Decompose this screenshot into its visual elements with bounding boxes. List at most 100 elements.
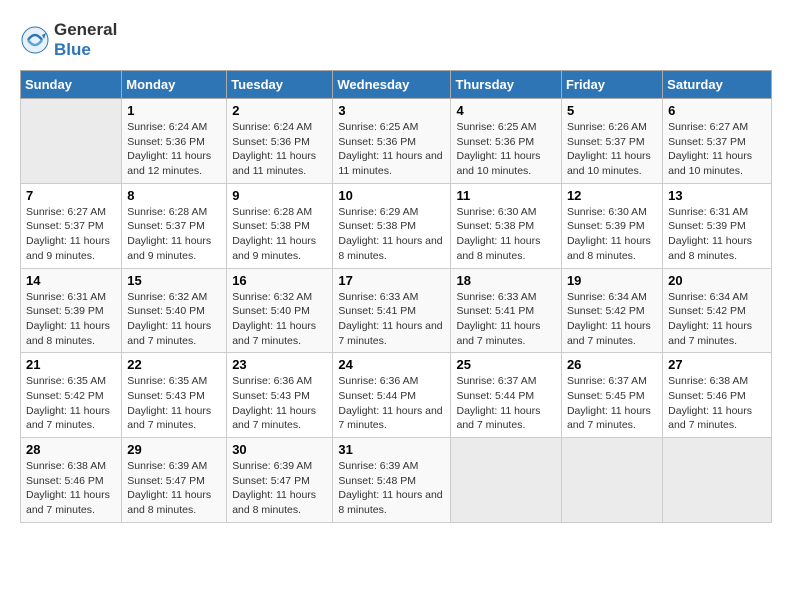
day-number: 13: [668, 188, 766, 203]
calendar-cell: 18 Sunrise: 6:33 AMSunset: 5:41 PMDayligh…: [451, 268, 561, 353]
day-number: 10: [338, 188, 445, 203]
day-number: 26: [567, 357, 657, 372]
day-info: Sunrise: 6:31 AMSunset: 5:39 PMDaylight:…: [668, 205, 766, 264]
calendar-cell: 12 Sunrise: 6:30 AMSunset: 5:39 PMDayligh…: [561, 183, 662, 268]
calendar-cell: 11 Sunrise: 6:30 AMSunset: 5:38 PMDayligh…: [451, 183, 561, 268]
day-info: Sunrise: 6:30 AMSunset: 5:39 PMDaylight:…: [567, 205, 657, 264]
day-number: 24: [338, 357, 445, 372]
calendar-cell: 24Sunrise: 6:36 AMSunset: 5:44 PMDayligh…: [333, 353, 451, 438]
calendar-cell: 22Sunrise: 6:35 AMSunset: 5:43 PMDayligh…: [122, 353, 227, 438]
day-number: 18: [456, 273, 555, 288]
day-info: Sunrise: 6:39 AMSunset: 5:47 PMDaylight:…: [232, 459, 327, 518]
calendar-cell: [21, 99, 122, 184]
calendar-cell: 17 Sunrise: 6:33 AMSunset: 5:41 PMDayligh…: [333, 268, 451, 353]
day-number: 20: [668, 273, 766, 288]
day-number: 28: [26, 442, 116, 457]
calendar-cell: [451, 438, 561, 523]
day-info: Sunrise: 6:35 AMSunset: 5:43 PMDaylight:…: [127, 374, 221, 433]
day-info: Sunrise: 6:24 AMSunset: 5:36 PMDaylight:…: [232, 120, 327, 179]
calendar-cell: 6Sunrise: 6:27 AMSunset: 5:37 PMDaylight…: [663, 99, 772, 184]
day-number: 5: [567, 103, 657, 118]
calendar-cell: 31 Sunrise: 6:39 AMSunset: 5:48 PMDayligh…: [333, 438, 451, 523]
day-number: 30: [232, 442, 327, 457]
day-number: 12: [567, 188, 657, 203]
day-info: Sunrise: 6:35 AMSunset: 5:42 PMDaylight:…: [26, 374, 116, 433]
calendar-cell: 7 Sunrise: 6:27 AMSunset: 5:37 PMDaylight…: [21, 183, 122, 268]
day-number: 27: [668, 357, 766, 372]
day-number: 14: [26, 273, 116, 288]
day-number: 4: [456, 103, 555, 118]
day-info: Sunrise: 6:33 AMSunset: 5:41 PMDaylight:…: [338, 290, 445, 349]
calendar-cell: 1Sunrise: 6:24 AMSunset: 5:36 PMDaylight…: [122, 99, 227, 184]
day-number: 1: [127, 103, 221, 118]
calendar-week-row: 1 Sunrise: 6:24 AMSunset: 5:36 PMDaylight…: [21, 99, 772, 184]
day-number: 21: [26, 357, 116, 372]
header-saturday: Saturday: [663, 71, 772, 99]
day-number: 2: [232, 103, 327, 118]
calendar-cell: 16Sunrise: 6:32 AMSunset: 5:40 PMDayligh…: [227, 268, 333, 353]
calendar-cell: 21 Sunrise: 6:35 AMSunset: 5:42 PMDayligh…: [21, 353, 122, 438]
day-info: Sunrise: 6:32 AMSunset: 5:40 PMDaylight:…: [232, 290, 327, 349]
day-number: 8: [127, 188, 221, 203]
calendar-cell: 25Sunrise: 6:37 AMSunset: 5:44 PMDayligh…: [451, 353, 561, 438]
day-info: Sunrise: 6:32 AMSunset: 5:40 PMDaylight:…: [127, 290, 221, 349]
day-number: 3: [338, 103, 445, 118]
day-number: 6: [668, 103, 766, 118]
calendar-cell: 29 Sunrise: 6:39 AMSunset: 5:47 PMDayligh…: [122, 438, 227, 523]
logo-general-text: General: [54, 20, 117, 40]
day-number: 9: [232, 188, 327, 203]
calendar-cell: 8 Sunrise: 6:28 AMSunset: 5:37 PMDaylight…: [122, 183, 227, 268]
header-tuesday: Tuesday: [227, 71, 333, 99]
calendar-week-row: 14 Sunrise: 6:31 AMSunset: 5:39 PMDayligh…: [21, 268, 772, 353]
day-number: 15: [127, 273, 221, 288]
calendar-cell: 14 Sunrise: 6:31 AMSunset: 5:39 PMDayligh…: [21, 268, 122, 353]
day-info: Sunrise: 6:25 AMSunset: 5:36 PMDaylight:…: [338, 120, 445, 179]
day-info: Sunrise: 6:31 AMSunset: 5:39 PMDaylight:…: [26, 290, 116, 349]
page-header: General Blue: [20, 20, 772, 60]
logo-blue-text: Blue: [54, 40, 91, 59]
calendar-cell: [663, 438, 772, 523]
day-info: Sunrise: 6:34 AMSunset: 5:42 PMDaylight:…: [567, 290, 657, 349]
calendar-cell: 23Sunrise: 6:36 AMSunset: 5:43 PMDayligh…: [227, 353, 333, 438]
calendar-week-row: 7 Sunrise: 6:27 AMSunset: 5:37 PMDaylight…: [21, 183, 772, 268]
header-monday: Monday: [122, 71, 227, 99]
header-thursday: Thursday: [451, 71, 561, 99]
calendar-cell: [561, 438, 662, 523]
day-info: Sunrise: 6:33 AMSunset: 5:41 PMDaylight:…: [456, 290, 555, 349]
logo: General Blue: [20, 20, 117, 60]
day-info: Sunrise: 6:28 AMSunset: 5:37 PMDaylight:…: [127, 205, 221, 264]
day-info: Sunrise: 6:30 AMSunset: 5:38 PMDaylight:…: [456, 205, 555, 264]
day-info: Sunrise: 6:39 AMSunset: 5:47 PMDaylight:…: [127, 459, 221, 518]
logo-icon: [20, 25, 50, 55]
day-info: Sunrise: 6:34 AMSunset: 5:42 PMDaylight:…: [668, 290, 766, 349]
day-info: Sunrise: 6:28 AMSunset: 5:38 PMDaylight:…: [232, 205, 327, 264]
day-number: 7: [26, 188, 116, 203]
day-info: Sunrise: 6:37 AMSunset: 5:45 PMDaylight:…: [567, 374, 657, 433]
calendar-cell: 27 Sunrise: 6:38 AMSunset: 5:46 PMDayligh…: [663, 353, 772, 438]
day-number: 29: [127, 442, 221, 457]
day-number: 31: [338, 442, 445, 457]
day-number: 25: [456, 357, 555, 372]
calendar-cell: 10 Sunrise: 6:29 AMSunset: 5:38 PMDayligh…: [333, 183, 451, 268]
day-info: Sunrise: 6:25 AMSunset: 5:36 PMDaylight:…: [456, 120, 555, 179]
day-number: 17: [338, 273, 445, 288]
calendar-week-row: 28 Sunrise: 6:38 AMSunset: 5:46 PMDayligh…: [21, 438, 772, 523]
day-info: Sunrise: 6:39 AMSunset: 5:48 PMDaylight:…: [338, 459, 445, 518]
calendar-cell: 4 Sunrise: 6:25 AMSunset: 5:36 PMDaylight…: [451, 99, 561, 184]
calendar-cell: 30 Sunrise: 6:39 AMSunset: 5:47 PMDayligh…: [227, 438, 333, 523]
day-info: Sunrise: 6:38 AMSunset: 5:46 PMDaylight:…: [668, 374, 766, 433]
day-info: Sunrise: 6:27 AMSunset: 5:37 PMDaylight:…: [26, 205, 116, 264]
day-info: Sunrise: 6:26 AMSunset: 5:37 PMDaylight:…: [567, 120, 657, 179]
calendar-cell: 5 Sunrise: 6:26 AMSunset: 5:37 PMDaylight…: [561, 99, 662, 184]
header-sunday: Sunday: [21, 71, 122, 99]
calendar-week-row: 21 Sunrise: 6:35 AMSunset: 5:42 PMDayligh…: [21, 353, 772, 438]
calendar-cell: 28 Sunrise: 6:38 AMSunset: 5:46 PMDayligh…: [21, 438, 122, 523]
calendar-cell: 20 Sunrise: 6:34 AMSunset: 5:42 PMDayligh…: [663, 268, 772, 353]
day-info: Sunrise: 6:29 AMSunset: 5:38 PMDaylight:…: [338, 205, 445, 264]
calendar-cell: 2 Sunrise: 6:24 AMSunset: 5:36 PMDaylight…: [227, 99, 333, 184]
day-info: Sunrise: 6:38 AMSunset: 5:46 PMDaylight:…: [26, 459, 116, 518]
calendar-cell: 3 Sunrise: 6:25 AMSunset: 5:36 PMDaylight…: [333, 99, 451, 184]
day-number: 11: [456, 188, 555, 203]
calendar-table: SundayMondayTuesdayWednesdayThursdayFrid…: [20, 70, 772, 523]
day-number: 23: [232, 357, 327, 372]
